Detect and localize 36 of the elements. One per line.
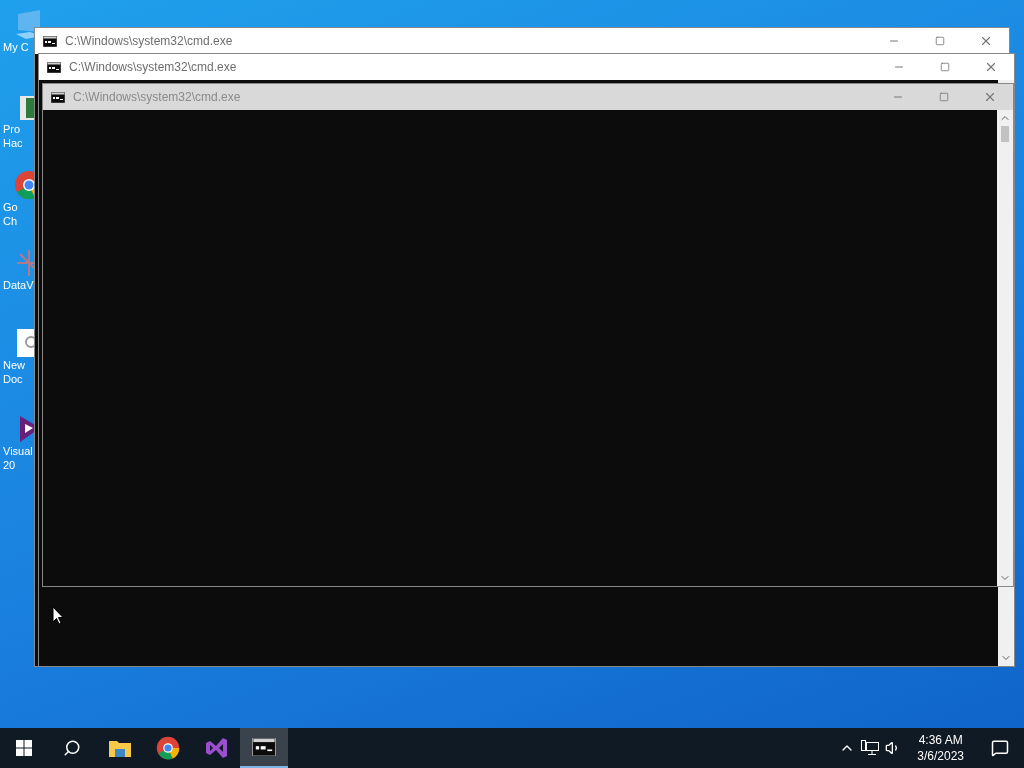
desktop-icon-label[interactable]: Visual xyxy=(0,444,33,458)
console-icon xyxy=(47,61,61,73)
network-icon[interactable] xyxy=(861,740,880,756)
desktop-icon-label[interactable]: Hac xyxy=(0,136,23,150)
scroll-thumb[interactable] xyxy=(1001,126,1009,142)
clock-date: 3/6/2023 xyxy=(917,748,964,764)
close-icon xyxy=(983,90,997,104)
desktop-icon-label[interactable]: Pro xyxy=(0,122,21,136)
desktop-icon-label[interactable]: Doc xyxy=(0,372,23,386)
notifications-icon[interactable] xyxy=(991,739,1009,757)
desktop-icon-label[interactable]: New xyxy=(0,358,25,372)
search-icon xyxy=(63,739,81,757)
desktop-icon-label[interactable]: My C xyxy=(0,40,29,54)
close-icon xyxy=(984,60,998,74)
windows-logo-icon xyxy=(16,740,32,756)
maximize-icon xyxy=(935,36,945,46)
chrome-icon xyxy=(156,736,180,760)
maximize-icon xyxy=(939,92,949,102)
maximize-icon xyxy=(940,62,950,72)
visual-studio-icon xyxy=(204,736,228,760)
desktop-icon-label[interactable]: 20 xyxy=(0,458,16,472)
window-title: C:\Windows\system32\cmd.exe xyxy=(69,59,237,76)
taskbar-button[interactable] xyxy=(240,728,288,768)
window-title: C:\Windows\system32\cmd.exe xyxy=(65,33,233,50)
clock-time: 4:36 AM xyxy=(918,732,963,748)
mouse-cursor-icon xyxy=(52,606,64,625)
desktop-icon-label[interactable]: Go xyxy=(0,200,18,214)
desktop-icon-label[interactable]: Ch xyxy=(0,214,18,228)
console-icon xyxy=(43,35,57,47)
folder-icon xyxy=(109,739,131,757)
console-icon xyxy=(252,738,276,756)
console-icon xyxy=(51,91,65,103)
desktop-icon-label[interactable]: DataV xyxy=(0,278,34,292)
close-icon xyxy=(979,34,993,48)
window-title: C:\Windows\system32\cmd.exe xyxy=(73,89,241,106)
scroll-bar[interactable] xyxy=(997,110,1013,586)
